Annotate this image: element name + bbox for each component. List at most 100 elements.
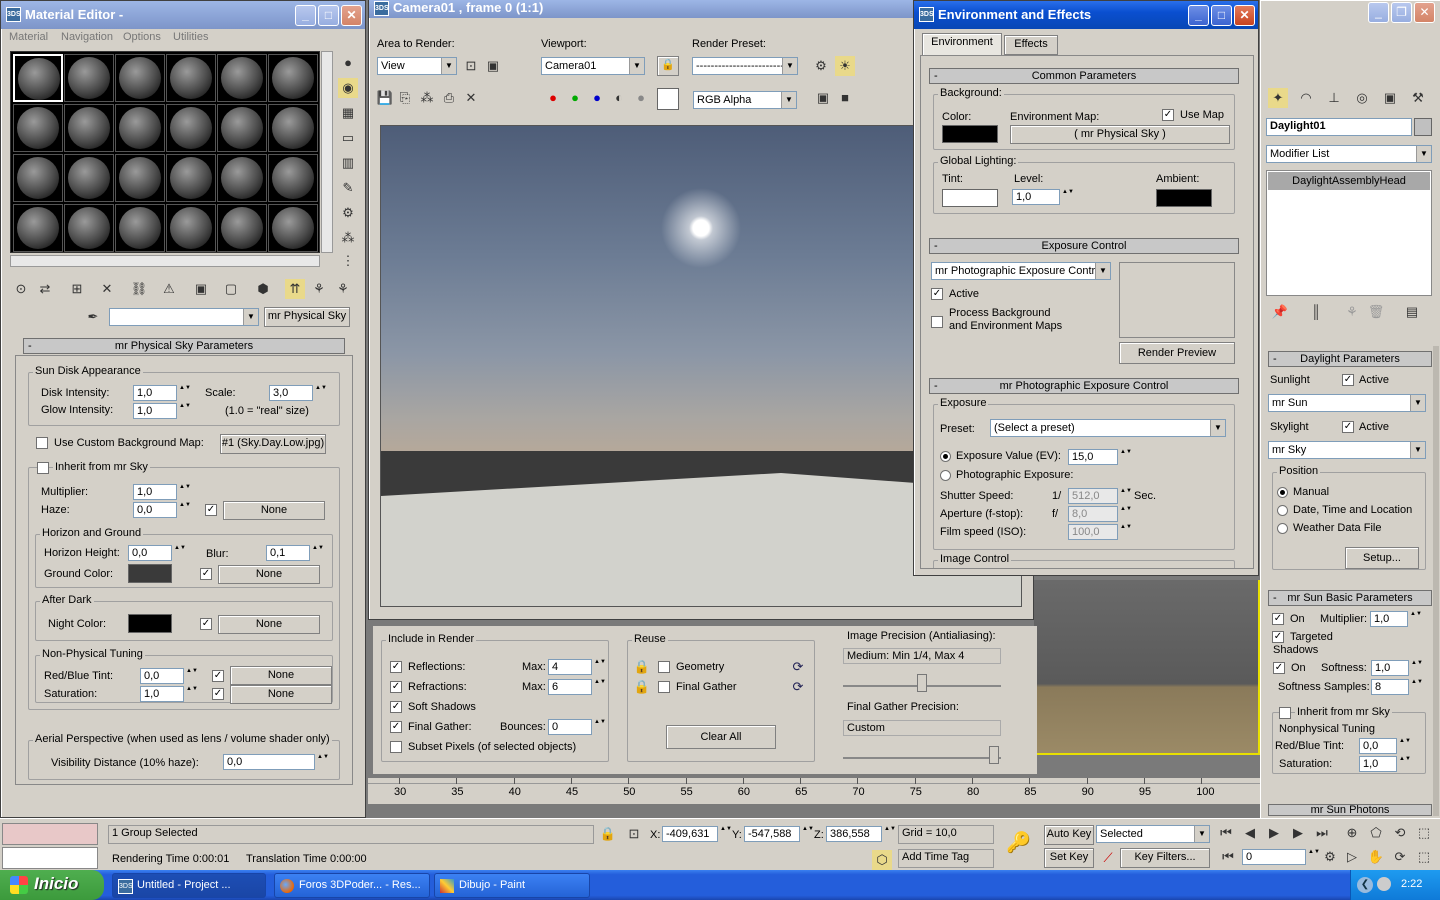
set-key-mode-icon[interactable]: 🔑	[1006, 833, 1031, 853]
horizon-height-input[interactable]: 0,0	[128, 545, 172, 561]
put-to-library-icon[interactable]: ⚠	[159, 279, 179, 299]
taskbar-item-3dsmax[interactable]: 3DS Untitled - Project ...	[112, 873, 266, 898]
reuse-fg-checkbox[interactable]	[658, 681, 670, 693]
tray-network-icon[interactable]	[1377, 877, 1391, 891]
ev-input[interactable]: 15,0	[1068, 449, 1118, 465]
time-tag-icon[interactable]: ⬡	[872, 850, 892, 870]
green-channel-icon[interactable]: ●	[565, 88, 585, 108]
alpha-channel-icon[interactable]: ◐	[609, 88, 629, 108]
background-color-swatch[interactable]	[942, 125, 998, 143]
fov-icon[interactable]: ⬚	[1414, 847, 1434, 867]
reset-map-icon[interactable]: ✕	[97, 279, 117, 299]
y-coordinate-input[interactable]: -547,588	[744, 826, 800, 842]
rb-map-checkbox[interactable]: ✓	[212, 670, 224, 682]
time-config-icon[interactable]: ⚙	[1320, 847, 1340, 867]
play-icon[interactable]: ▶	[1264, 823, 1284, 843]
multiplier-input[interactable]: 1,0	[133, 484, 177, 500]
current-frame-input[interactable]: 0	[1242, 849, 1306, 865]
show-map-icon[interactable]: ▢	[221, 279, 241, 299]
curve-icon[interactable]: ⟋	[1098, 848, 1118, 868]
maximize-button[interactable]: □	[1211, 5, 1232, 26]
sample-slot[interactable]	[64, 104, 114, 152]
close-button[interactable]: ✕	[341, 5, 362, 26]
color-swatch[interactable]	[657, 88, 679, 110]
mr-photo-exposure-rollout[interactable]: - mr Photographic Exposure Control	[929, 378, 1239, 394]
visibility-spinner[interactable]: ▲▼	[317, 754, 329, 770]
dolly-icon[interactable]: ▷	[1342, 847, 1362, 867]
bounces-input[interactable]: 0	[548, 719, 592, 735]
stack-item[interactable]: DaylightAssemblyHead	[1268, 172, 1430, 190]
show-end-result-icon[interactable]: ║	[1306, 302, 1326, 322]
sample-slot[interactable]	[64, 154, 114, 202]
sample-slot[interactable]	[64, 54, 114, 102]
fg-precision-slider[interactable]	[843, 744, 1001, 766]
minimize-button[interactable]: _	[295, 5, 316, 26]
common-params-rollout[interactable]: - Common Parameters	[929, 68, 1239, 84]
clear-all-button[interactable]: Clear All	[666, 725, 776, 749]
sample-slot[interactable]	[115, 104, 165, 152]
exposure-type-dropdown[interactable]: mr Photographic Exposure Contro	[931, 262, 1111, 280]
samples-spinner[interactable]: ▲▼	[1411, 679, 1423, 695]
material-editor-titlebar[interactable]: 3DS Material Editor - _ □ ✕	[1, 1, 365, 29]
remove-modifier-icon[interactable]: 🗑	[1366, 302, 1386, 322]
sample-slot[interactable]	[115, 154, 165, 202]
softness-input[interactable]: 1,0	[1371, 660, 1409, 676]
main-restore-button[interactable]: ❐	[1391, 2, 1412, 23]
sample-slot[interactable]	[166, 54, 216, 102]
refresh-fg-icon[interactable]: ⟳	[788, 677, 808, 697]
env-titlebar[interactable]: 3DS Environment and Effects _ □ ✕	[914, 1, 1258, 29]
ground-color-swatch[interactable]	[128, 564, 172, 583]
eyedropper-icon[interactable]: ✒	[83, 307, 103, 327]
red-blue-spinner[interactable]: ▲▼	[186, 668, 198, 684]
material-navigator-icon[interactable]: ⋮	[338, 251, 358, 271]
reuse-geometry-checkbox[interactable]	[658, 661, 670, 673]
ambient-color-swatch[interactable]	[1156, 189, 1212, 207]
tint-color-swatch[interactable]	[942, 189, 998, 207]
command-panel-scrollbar[interactable]	[1433, 346, 1439, 816]
configure-sets-icon[interactable]: ▤	[1402, 302, 1422, 322]
material-type-button[interactable]: mr Physical Sky	[264, 307, 350, 327]
sample-slot[interactable]	[166, 204, 216, 252]
sample-slot[interactable]	[268, 204, 318, 252]
shutter-speed-input[interactable]: 512,0	[1068, 488, 1118, 504]
pan-icon[interactable]: ✋	[1366, 847, 1386, 867]
mr-physical-sky-rollout[interactable]: - mr Physical Sky Parameters	[23, 338, 345, 354]
sample-slot[interactable]	[115, 54, 165, 102]
refresh-geometry-icon[interactable]: ⟳	[788, 657, 808, 677]
absolute-mode-icon[interactable]: ⊡	[624, 824, 644, 844]
start-button[interactable]: Inicio	[0, 870, 104, 900]
sample-slot[interactable]	[268, 104, 318, 152]
render-setup-icon[interactable]: ⚙	[811, 56, 831, 76]
auto-region-icon[interactable]: ▣	[483, 56, 503, 76]
softness-samples-input[interactable]: 8	[1371, 679, 1409, 695]
sample-slot[interactable]	[13, 154, 63, 202]
sun-rb-tint-input[interactable]: 0,0	[1359, 738, 1397, 754]
level-spinner[interactable]: ▲▼	[1062, 189, 1074, 205]
motion-tab-icon[interactable]: ◎	[1352, 88, 1372, 108]
multiplier-spinner[interactable]: ▲▼	[179, 484, 191, 500]
tab-effects[interactable]: Effects	[1004, 35, 1058, 55]
get-material-icon[interactable]: ⊙	[11, 279, 31, 299]
material-id-icon[interactable]: ▣	[191, 279, 211, 299]
hierarchy-tab-icon[interactable]: ⊥	[1324, 88, 1344, 108]
ground-map-checkbox[interactable]: ✓	[200, 568, 212, 580]
haze-map-button[interactable]: None	[223, 501, 325, 520]
disk-intensity-spinner[interactable]: ▲▼	[179, 385, 191, 401]
sun-basic-rollout[interactable]: - mr Sun Basic Parameters	[1268, 590, 1432, 606]
exposure-preset-dropdown[interactable]: (Select a preset)	[990, 419, 1226, 437]
sat-map-button[interactable]: None	[230, 685, 332, 704]
inherit-mr-sky-checkbox[interactable]	[37, 462, 49, 474]
reflections-spinner[interactable]: ▲▼	[594, 659, 606, 675]
disk-intensity-input[interactable]: 1,0	[133, 385, 177, 401]
object-name-input[interactable]: Daylight01	[1266, 118, 1412, 136]
targeted-checkbox[interactable]: ✓	[1272, 631, 1284, 643]
sat-map-checkbox[interactable]: ✓	[212, 688, 224, 700]
photographic-exposure-radio[interactable]	[940, 470, 951, 481]
menu-utilities[interactable]: Utilities	[173, 31, 208, 43]
main-close-button[interactable]: ✕	[1414, 2, 1435, 23]
material-name-field[interactable]	[109, 308, 259, 326]
glow-intensity-spinner[interactable]: ▲▼	[179, 403, 191, 419]
use-custom-bg-checkbox[interactable]	[36, 437, 48, 449]
x-spinner[interactable]: ▲▼	[720, 826, 732, 842]
refractions-max-input[interactable]: 6	[548, 679, 592, 695]
